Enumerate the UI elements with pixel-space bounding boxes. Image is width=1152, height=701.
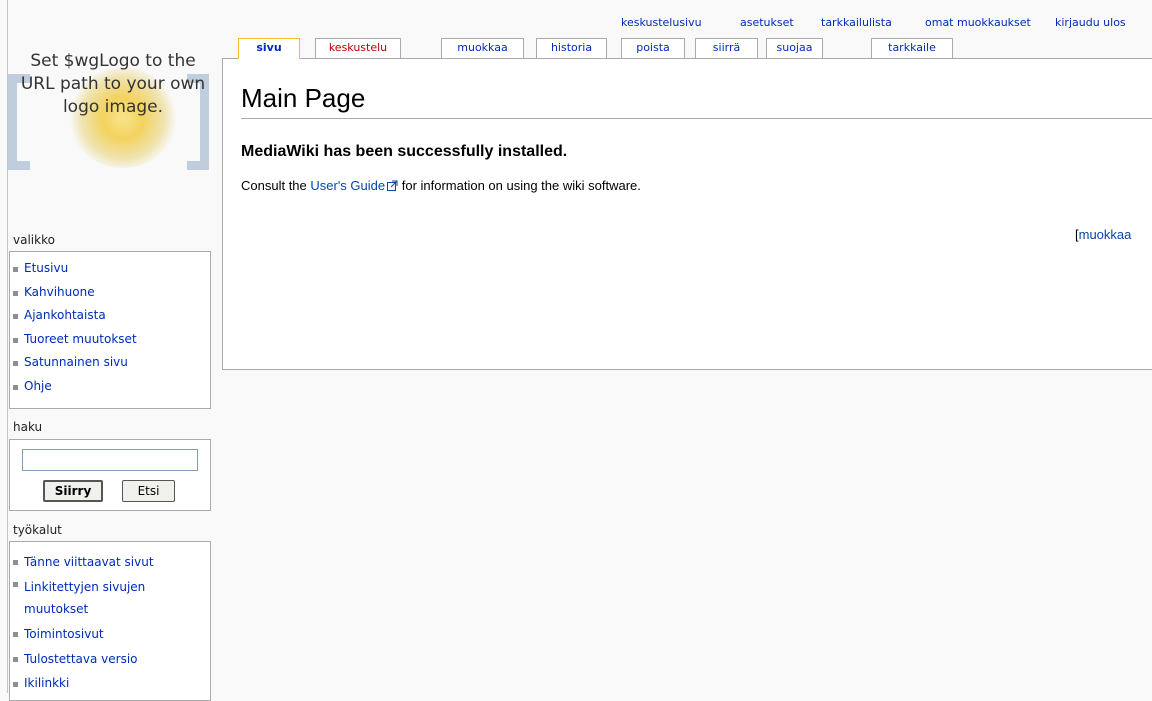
nav-item-recent-changes[interactable]: Tuoreet muutokset — [10, 328, 210, 352]
content-heading: MediaWiki has been successfully installe… — [241, 143, 568, 160]
tab-protect[interactable]: suojaa — [766, 38, 823, 58]
bullet-icon — [13, 632, 18, 637]
go-button[interactable]: Siirry — [43, 480, 103, 502]
consult-text-after: for information on using the wiki softwa… — [398, 178, 641, 193]
tab-discussion-label: keskustelu — [328, 41, 388, 54]
bullet-icon — [13, 682, 18, 687]
bullet-icon — [13, 560, 18, 565]
nav-item-label: Ohje — [24, 378, 52, 393]
toolbox-item-special-pages[interactable]: Toimintosivut — [10, 622, 210, 647]
bullet-icon — [13, 267, 18, 272]
external-link-icon — [387, 180, 398, 191]
consult-text-before: Consult the — [241, 178, 311, 193]
toolbox-item-label: Tulostettava versio — [24, 652, 138, 666]
tab-watch-label: tarkkaile — [888, 41, 936, 54]
nav-item-label: Kahvihuone — [24, 284, 95, 299]
ptools-watchlist-link[interactable]: tarkkailulista — [821, 16, 892, 29]
nav-item-label: Etusivu — [24, 261, 69, 275]
edit-section-link[interactable]: muokkaa — [1079, 227, 1132, 242]
search-input[interactable] — [22, 449, 198, 471]
toolbox-item-printable[interactable]: Tulostettava versio — [10, 647, 210, 672]
bullet-icon — [13, 582, 18, 587]
tab-discussion[interactable]: keskustelu — [315, 38, 401, 58]
nav-item-community[interactable]: Kahvihuone — [10, 281, 210, 305]
ptools-talk-link[interactable]: keskustelusivu — [621, 16, 702, 29]
toolbox-item-permalink[interactable]: Ikilinkki — [10, 672, 210, 694]
nav-item-label: Tuoreet muutokset — [24, 331, 137, 346]
toolbox-list: Tänne viittaavat sivut Linkitettyjen siv… — [10, 550, 210, 694]
tab-history[interactable]: historia — [536, 38, 607, 58]
tab-edit-label: muokkaa — [457, 41, 508, 54]
nav-item-help[interactable]: Ohje — [10, 375, 210, 399]
edit-section: [muokkaa — [1075, 227, 1131, 242]
consult-paragraph: Consult the User's Guide for information… — [241, 178, 641, 193]
bullet-icon — [13, 657, 18, 662]
bullet-icon — [13, 384, 18, 390]
toolbox-heading: työkalut — [13, 523, 62, 537]
toolbox-item-label: Tänne viittaavat sivut — [24, 555, 154, 569]
tab-delete-label: poista — [636, 41, 670, 54]
bullet-icon — [13, 337, 18, 343]
nav-item-random-page[interactable]: Satunnainen sivu — [10, 351, 210, 375]
tab-watch[interactable]: tarkkaile — [871, 38, 953, 58]
tab-protect-label: suojaa — [776, 41, 813, 54]
tab-page[interactable]: sivu — [238, 38, 300, 59]
personal-tools: keskustelusivu asetukset tarkkailulista … — [600, 16, 1152, 30]
search-portlet: Siirry Etsi — [9, 439, 211, 511]
toolbox-portlet: Tänne viittaavat sivut Linkitettyjen siv… — [9, 541, 211, 701]
search-button[interactable]: Etsi — [122, 480, 175, 502]
tab-delete[interactable]: poista — [621, 38, 685, 58]
nav-item-label: Ajankohtaista — [24, 308, 106, 322]
nav-item-label: Satunnainen sivu — [24, 355, 128, 369]
ptools-preferences-link[interactable]: asetukset — [740, 16, 794, 29]
page-title: Main Page — [241, 84, 1152, 119]
tab-page-label: sivu — [256, 41, 282, 54]
site-logo[interactable]: Set $wgLogo to the URL path to your own … — [8, 8, 213, 213]
tab-move-label: siirrä — [712, 41, 741, 54]
navigation-portlet: Etusivu Kahvihuone Ajankohtaista Tuoreet… — [9, 251, 211, 409]
tab-edit[interactable]: muokkaa — [441, 38, 524, 58]
search-heading: haku — [13, 420, 43, 434]
bullet-icon — [13, 290, 18, 296]
bullet-icon — [13, 314, 18, 319]
ptools-logout-link[interactable]: kirjaudu ulos — [1055, 16, 1126, 29]
toolbox-item-related-changes[interactable]: Linkitettyjen sivujen muutokset — [10, 574, 210, 622]
navigation-list: Etusivu Kahvihuone Ajankohtaista Tuoreet… — [10, 257, 210, 398]
toolbox-item-whatlinkshere[interactable]: Tänne viittaavat sivut — [10, 550, 210, 574]
toolbox-item-label: Ikilinkki — [24, 676, 70, 690]
nav-item-current-events[interactable]: Ajankohtaista — [10, 304, 210, 328]
tab-move[interactable]: siirrä — [695, 38, 758, 58]
bullet-icon — [13, 361, 18, 366]
ptools-contributions-link[interactable]: omat muokkaukset — [925, 16, 1031, 29]
navigation-heading: valikko — [13, 233, 55, 247]
content-area: Main Page MediaWiki has been successfull… — [222, 58, 1152, 370]
tab-history-label: historia — [550, 41, 593, 54]
toolbox-item-label: Toimintosivut — [24, 627, 104, 641]
logo-placeholder-text: Set $wgLogo to the URL path to your own … — [20, 51, 206, 117]
toolbox-item-label: Linkitettyjen sivujen muutokset — [24, 580, 146, 616]
nav-item-main-page[interactable]: Etusivu — [10, 257, 210, 281]
users-guide-link[interactable]: User's Guide — [310, 178, 385, 193]
